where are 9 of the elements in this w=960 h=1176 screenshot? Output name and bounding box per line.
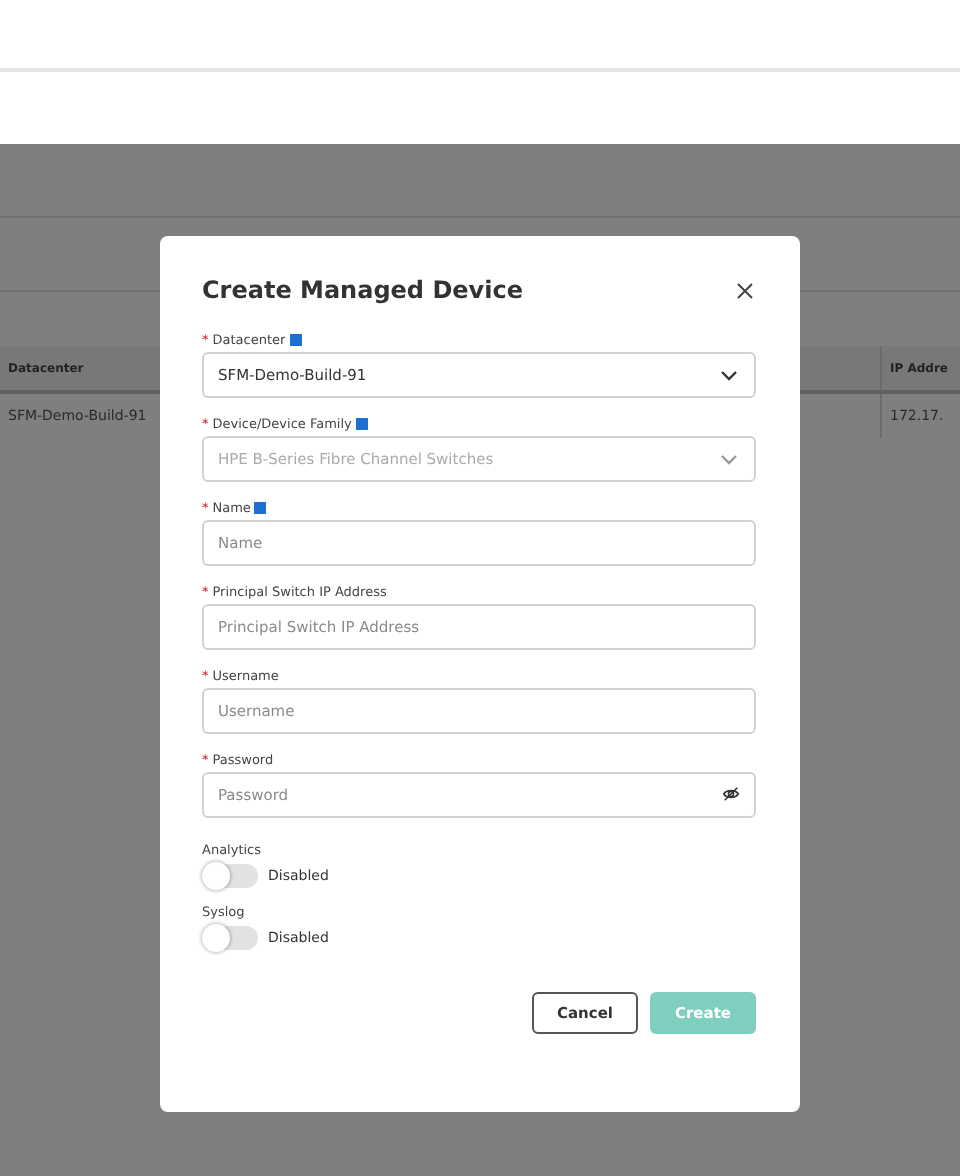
info-icon[interactable]	[289, 333, 302, 345]
info-icon[interactable]	[254, 501, 267, 513]
close-button[interactable]	[732, 278, 756, 302]
chevron-down-icon	[720, 369, 738, 381]
toggle-switch[interactable]	[202, 926, 258, 950]
dialog-title: Create Managed Device	[202, 276, 523, 304]
eye-slash-icon[interactable]	[722, 786, 740, 802]
toggle-switch[interactable]	[202, 864, 258, 888]
chevron-down-icon	[720, 453, 738, 465]
